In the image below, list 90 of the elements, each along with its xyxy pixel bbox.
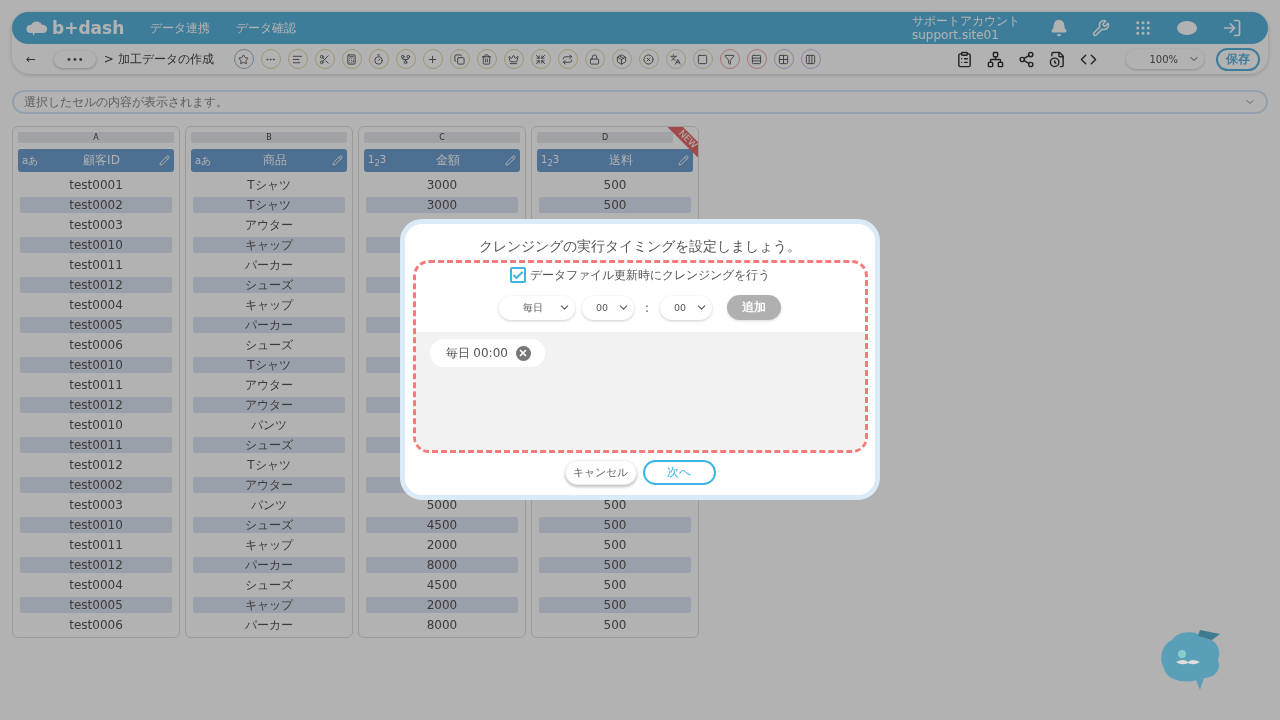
table-cell-text: アウター — [244, 217, 294, 233]
table-cell: Tシャツ — [193, 197, 345, 213]
table-cell-text: 500 — [602, 177, 628, 193]
table-cell-text: test0006 — [68, 337, 124, 353]
table-cell-text: 500 — [602, 617, 628, 633]
table-cell: シューズ — [193, 277, 345, 293]
table-cell: 500 — [539, 197, 691, 213]
table-cell-text: 500 — [602, 497, 628, 513]
table-cell: 500 — [539, 557, 691, 573]
table-cell-text: 500 — [602, 537, 628, 553]
table-cell: test0005 — [20, 597, 172, 613]
column-letter[interactable]: C — [364, 132, 520, 143]
table-cell: Tシャツ — [193, 357, 345, 373]
table-cell-text: test0010 — [68, 417, 124, 433]
table-cell: シューズ — [193, 517, 345, 533]
type-label: 1$_{2}$3 — [541, 153, 561, 168]
table-cell: 500 — [539, 597, 691, 613]
column-letter[interactable]: D — [537, 132, 673, 143]
table-cell-text: キャップ — [244, 297, 295, 313]
table-cell-text: 500 — [602, 577, 628, 593]
zoom-select[interactable]: 100% — [1126, 49, 1204, 69]
table-cell: 8000 — [366, 557, 518, 573]
table-cell-text: Tシャツ — [246, 457, 292, 473]
column-name: 商品 — [261, 152, 288, 169]
frequency-select[interactable]: 毎日 — [498, 295, 575, 320]
table-cell-text: シューズ — [244, 577, 294, 593]
table-cell-text: Tシャツ — [246, 177, 292, 193]
column-name: 顧客ID — [82, 152, 121, 169]
cancel-button[interactable]: キャンセル — [564, 460, 637, 485]
table-cell-text: パンツ — [250, 417, 288, 433]
table-cell: test0002 — [20, 197, 172, 213]
table-cell: シューズ — [193, 437, 345, 453]
table-cell-text: キャップ — [244, 537, 295, 553]
table-cell-text: test0003 — [68, 217, 124, 233]
table-cell: キャップ — [193, 597, 345, 613]
column-name: 金額 — [434, 152, 461, 169]
table-cell-text: アウター — [244, 377, 294, 393]
table-cell: 500 — [539, 517, 691, 533]
back-button[interactable]: ← — [26, 52, 37, 66]
table-cell-text: パンツ — [250, 497, 288, 513]
breadcrumb-more-button[interactable]: ••• — [54, 50, 96, 68]
table-cell-text: パーカー — [244, 257, 294, 273]
hour-select[interactable]: 00 — [581, 295, 634, 320]
account-name: サポートアカウント — [912, 14, 1020, 28]
table-cell: test0010 — [20, 237, 172, 253]
column-name: 送料 — [607, 152, 634, 169]
table-cell: パーカー — [193, 317, 345, 333]
type-label: aあ — [195, 153, 213, 168]
table-cell: test0002 — [20, 477, 172, 493]
table-cell: test0012 — [20, 557, 172, 573]
table-cell-text: test0012 — [68, 457, 124, 473]
table-cell-text: test0001 — [68, 177, 124, 193]
table-cell: test0005 — [20, 317, 172, 333]
table-cell-text: test0011 — [68, 377, 124, 393]
table-cell-text: 3000 — [425, 177, 459, 193]
table-cell: アウター — [193, 397, 345, 413]
table-cell-text: test0003 — [68, 497, 124, 513]
table-cell: test0012 — [20, 397, 172, 413]
type-label: 1$_{2}$3 — [368, 153, 388, 168]
table-cell-text: シューズ — [244, 337, 294, 353]
table-cell-text: test0004 — [68, 577, 124, 593]
table-cell-text: 8000 — [425, 617, 459, 633]
table-cell: test0012 — [20, 277, 172, 293]
table-cell: アウター — [193, 477, 345, 493]
table-cell-text: test0004 — [68, 297, 124, 313]
type-label: aあ — [22, 153, 40, 168]
table-cell: パーカー — [193, 557, 345, 573]
dialog-title: クレンジングの実行タイミングを設定しましょう。 — [479, 238, 801, 256]
breadcrumb: > 加工データの作成 — [103, 50, 214, 68]
table-cell: test0011 — [20, 437, 172, 453]
column-letter[interactable]: A — [18, 132, 174, 143]
table-cell-text: パーカー — [244, 617, 294, 633]
table-cell-text: 5000 — [425, 497, 459, 513]
table-cell-text: 4500 — [425, 577, 459, 593]
cell-preview-field[interactable]: 選択したセルの内容が表示されます。 — [12, 90, 1268, 114]
table-cell-text: 2000 — [425, 537, 459, 553]
table-cell: キャップ — [193, 237, 345, 253]
account-id: support.site01 — [912, 28, 1000, 42]
table-cell: 2000 — [366, 597, 518, 613]
minute-select[interactable]: 00 — [660, 295, 712, 320]
table-cell-text: test0006 — [68, 617, 124, 633]
table-cell-text: test0011 — [68, 257, 124, 273]
column-letter[interactable]: B — [191, 132, 347, 143]
table-cell: 3000 — [366, 197, 518, 213]
table-cell: 4500 — [366, 517, 518, 533]
time-separator: : — [644, 300, 649, 315]
table-cell: test0010 — [20, 517, 172, 533]
table-cell: test0010 — [20, 357, 172, 373]
table-cell-text: test0011 — [68, 537, 124, 553]
schedule-text: 毎日 00:00 — [445, 344, 508, 362]
